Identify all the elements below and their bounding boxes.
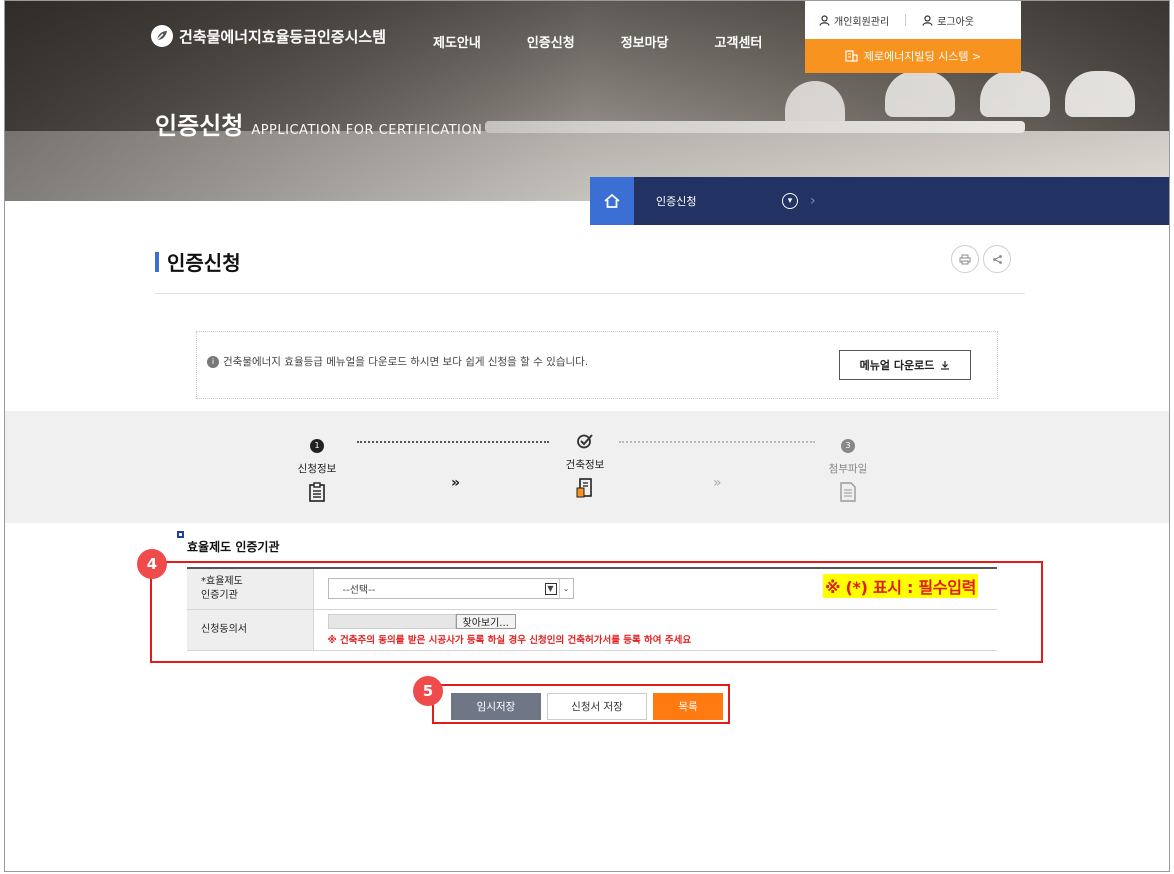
building-icon	[845, 50, 858, 62]
utility-menu: 개인회원관리 로그아웃 제로에너지빌딩 시스템 >	[805, 1, 1021, 73]
print-button[interactable]	[951, 245, 979, 273]
member-manage-label: 개인회원관리	[834, 16, 890, 28]
step-number: 3	[841, 438, 855, 453]
info-icon: i	[207, 355, 219, 368]
step-connector	[357, 441, 549, 443]
section-title-text: 효율제도 인증기관	[187, 540, 280, 554]
print-icon	[959, 254, 971, 264]
logo-icon	[151, 25, 173, 47]
zeb-button-label: 제로에너지빌딩 시스템 >	[863, 50, 982, 63]
share-button[interactable]	[983, 245, 1011, 273]
page-title-text: 인증신청	[167, 251, 241, 275]
share-icon	[992, 254, 1002, 264]
hero-title: 인증신청 APPLICATION FOR CERTIFICATION	[155, 106, 482, 141]
logout-link[interactable]: 로그아웃	[922, 13, 974, 28]
title-divider	[155, 293, 1025, 294]
temp-save-button[interactable]: 임시저장	[451, 693, 541, 720]
util-divider	[905, 14, 907, 26]
check-icon	[545, 433, 625, 449]
clipboard-icon	[277, 481, 357, 502]
list-button[interactable]: 목록	[653, 693, 723, 720]
location-bar: 인증신청 ▾ ›	[590, 177, 1169, 225]
chevron-down-icon[interactable]: ▾	[782, 193, 798, 209]
download-icon	[941, 361, 950, 370]
utility-links: 개인회원관리 로그아웃	[805, 1, 1021, 39]
notice-text-row: i 건축물에너지 효율등급 메뉴얼을 다운로드 하시면 보다 쉽게 신청을 할 …	[207, 354, 588, 369]
annotation-badge-4: 4	[137, 549, 167, 579]
notice-text: 건축물에너지 효율등급 메뉴얼을 다운로드 하시면 보다 쉽게 신청을 할 수 …	[223, 356, 589, 368]
manual-download-label: 메뉴얼 다운로드	[859, 359, 935, 372]
section-bullet-icon	[177, 531, 184, 538]
nav-item-info[interactable]: 정보마당	[621, 32, 669, 51]
hero-title-en: APPLICATION FOR CERTIFICATION	[251, 123, 483, 138]
chevron-right-icon: ›	[810, 193, 816, 209]
form-actions: 임시저장 신청서 저장 목록	[451, 693, 723, 720]
logout-label: 로그아웃	[937, 16, 975, 28]
manual-notice: i 건축물에너지 효율등급 메뉴얼을 다운로드 하시면 보다 쉽게 신청을 할 …	[196, 331, 998, 399]
main-nav: 제도안내 인증신청 정보마당 고객센터	[433, 32, 808, 51]
step-3: 3 첨부파일	[808, 433, 888, 502]
home-button[interactable]	[590, 177, 634, 225]
hero-title-ko: 인증신청	[155, 112, 244, 140]
step-label: 첨부파일	[828, 462, 868, 475]
section-title: 효율제도 인증기관	[177, 531, 280, 555]
step-arrow: »	[713, 475, 722, 491]
nav-item-system-guide[interactable]: 제도안내	[433, 32, 481, 51]
title-accent-bar	[155, 251, 159, 272]
person-icon	[922, 14, 933, 26]
page-tools	[951, 245, 1011, 273]
home-icon	[604, 193, 620, 208]
location-current[interactable]: 인증신청	[656, 193, 782, 209]
site-logo[interactable]: 건축물에너지효율등급인증시스템	[151, 25, 386, 47]
annotation-badge-5: 5	[413, 676, 443, 706]
attachment-icon	[808, 481, 888, 502]
step-2: 건축정보	[545, 433, 625, 498]
page-title: 인증신청	[155, 247, 241, 276]
step-number: 1	[310, 438, 324, 453]
step-label: 신청정보	[297, 462, 337, 475]
member-manage-link[interactable]: 개인회원관리	[819, 13, 889, 28]
browser-page: 건축물에너지효율등급인증시스템 제도안내 인증신청 정보마당 고객센터 인증신청…	[4, 0, 1170, 872]
step-label: 건축정보	[565, 459, 605, 471]
manual-download-button[interactable]: 메뉴얼 다운로드	[839, 350, 971, 380]
step-1: 1 신청정보	[277, 433, 357, 502]
step-arrow: »	[451, 475, 461, 491]
logo-text: 건축물에너지효율등급인증시스템	[179, 27, 387, 46]
person-icon	[819, 14, 830, 26]
nav-item-support[interactable]: 고객센터	[715, 32, 763, 51]
zeb-system-button[interactable]: 제로에너지빌딩 시스템 >	[805, 39, 1021, 73]
nav-item-apply[interactable]: 인증신청	[527, 32, 575, 51]
progress-steps: 1 신청정보 » 건축정보 » 3 첨부파일	[5, 411, 1169, 523]
building-doc-icon	[545, 478, 625, 498]
save-application-button[interactable]: 신청서 저장	[547, 693, 647, 720]
annotation-box-4	[150, 561, 1043, 663]
step-connector	[619, 441, 815, 443]
